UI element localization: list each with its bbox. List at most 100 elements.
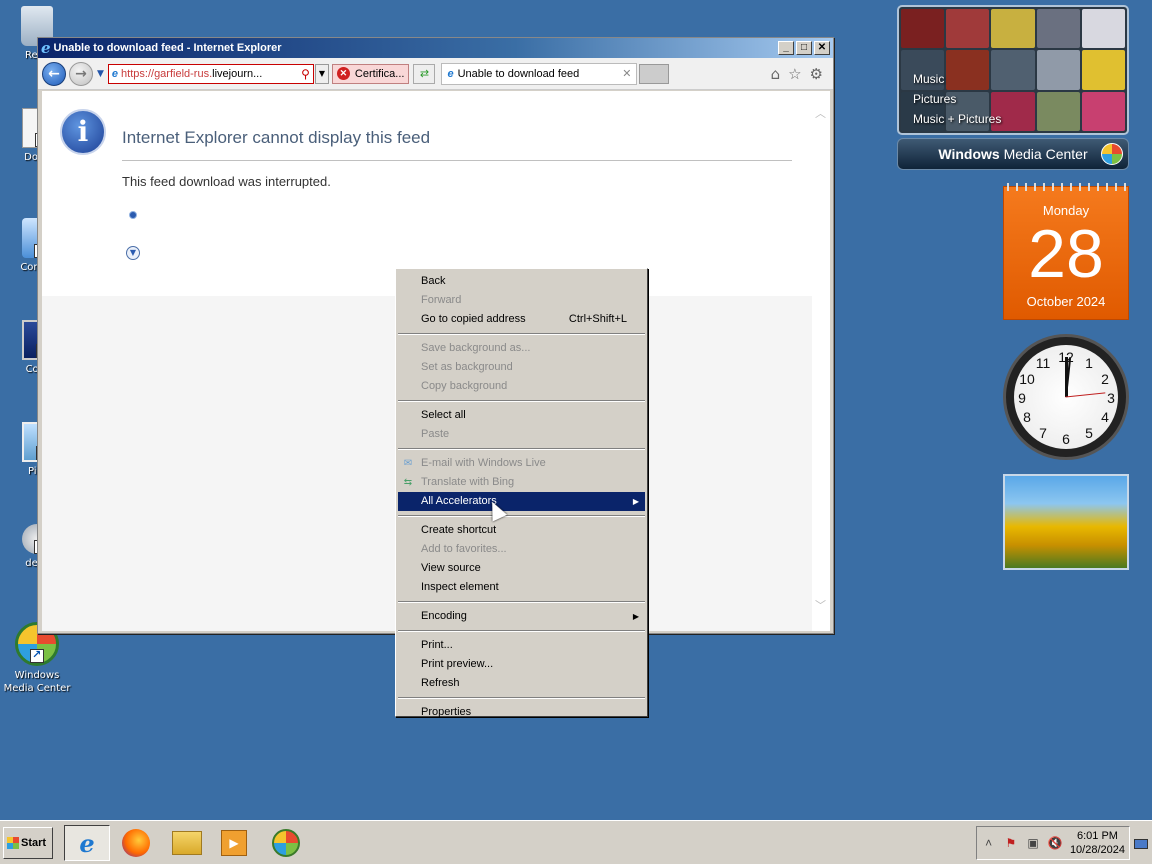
slideshow-gadget[interactable] [1003,474,1129,570]
menu-item-shortcut: Ctrl+Shift+L [568,313,627,325]
home-icon[interactable]: ⌂ [771,65,781,83]
menu-item-encoding[interactable]: Encoding ▶ [398,607,645,626]
address-bar[interactable]: e https://garfield-rus. livejourn... ⚲ [107,63,314,84]
page-favicon-icon: e [111,67,119,80]
history-dropdown-icon[interactable]: ▼ [97,69,104,79]
menu-item-print-preview[interactable]: Print preview... [398,655,645,674]
clock-number: 11 [1035,355,1051,371]
address-url-scheme: https://garfield-rus. [121,67,213,80]
menu-item-all-accelerators[interactable]: All Accelerators ▶ [398,492,645,511]
scroll-up-icon[interactable]: ︿ [815,105,826,121]
menu-item-print[interactable]: Print... [398,636,645,655]
menu-item-label: Forward [421,294,462,306]
email-accelerator-icon: ✉ [403,458,413,469]
start-button[interactable]: Start [3,827,53,859]
tray-date: 10/28/2024 [1069,844,1125,856]
volume-muted-icon[interactable]: 🔇 [1048,836,1063,850]
media-center-launch-bar[interactable]: Windows Media Center [897,138,1129,170]
error-message: This feed download was interrupted. [122,174,331,189]
menu-item-copy-background[interactable]: Copy background [398,377,645,396]
media-center-brand-rest: Media Center [999,146,1088,162]
menu-item-add-to-favorites[interactable]: Add to favorites... [398,540,645,559]
menu-item-label: Set as background [421,361,513,373]
clock-number: 3 [1107,390,1115,406]
new-tab-button[interactable] [639,63,670,84]
title-bar[interactable]: e Unable to download feed - Internet Exp… [38,38,833,58]
media-center-music-link[interactable]: Music [913,69,1001,89]
tab-favicon-icon: e [447,67,454,80]
show-hidden-icons-chevron-icon[interactable]: ˄ [981,836,996,850]
show-desktop-button[interactable] [1134,839,1148,849]
address-dropdown-button[interactable]: ▼ [314,63,329,84]
menu-separator [398,697,645,699]
tab-current[interactable]: e Unable to download feed ✕ [441,62,638,85]
search-icon[interactable]: ⚲ [301,67,310,81]
refresh-button[interactable]: ⇄ [413,63,436,84]
minimize-button[interactable]: _ [778,41,794,55]
taskbar-explorer-button[interactable] [164,825,210,861]
media-center-music-pictures-link[interactable]: Music + Pictures [913,109,1001,129]
menu-item-save-background[interactable]: Save background as... [398,339,645,358]
clock-number: 8 [1023,409,1031,425]
menu-separator [398,601,645,603]
menu-item-inspect-element[interactable]: Inspect element [398,578,645,597]
menu-separator [398,630,645,632]
favorites-star-icon[interactable]: ☆ [788,65,801,83]
menu-item-properties[interactable]: Properties [398,703,645,722]
menu-item-label: E-mail with Windows Live [421,457,546,469]
clock-gadget[interactable]: 12 1 2 3 4 5 6 7 8 9 10 11 [1003,334,1129,460]
calendar-day-number: 28 [1028,216,1104,292]
back-button[interactable]: ← [42,61,66,86]
menu-separator [398,400,645,402]
menu-item-translate-bing[interactable]: ⇆ Translate with Bing [398,473,645,492]
menu-item-label: Translate with Bing [421,476,515,488]
action-center-flag-icon[interactable]: ⚑ [1003,836,1018,850]
menu-item-create-shortcut[interactable]: Create shortcut [398,521,645,540]
window-title: Unable to download feed - Internet Explo… [53,42,282,54]
menu-item-label: Create shortcut [421,524,497,536]
maximize-button[interactable]: □ [796,41,812,55]
tab-label: Unable to download feed [457,67,580,80]
menu-item-label: View source [421,562,481,574]
tray-clock[interactable]: 6:01 PM 10/28/2024 [1070,829,1125,857]
calendar-gadget[interactable]: Monday 28 October 2024 [1003,183,1129,320]
taskbar-media-center-button[interactable] [263,825,309,861]
menu-item-back[interactable]: Back [398,272,645,291]
menu-item-label: Copy background [421,380,508,392]
ie-logo-icon: e [41,39,51,57]
menu-item-label: Save background as... [421,342,531,354]
context-menu: Back Forward Go to copied address Ctrl+Sh… [395,268,648,718]
tab-close-icon[interactable]: ✕ [622,67,631,80]
windows-flag-icon [7,837,19,849]
menu-item-label: Add to favorites... [421,543,507,555]
menu-item-refresh[interactable]: Refresh [398,674,645,693]
media-center-gadget[interactable]: Music Pictures Music + Pictures [897,5,1129,135]
menu-item-email-windows-live[interactable]: ✉ E-mail with Windows Live [398,454,645,473]
clock-number: 10 [1019,371,1035,387]
tools-gear-icon[interactable]: ⚙ [810,65,823,83]
scroll-down-icon[interactable]: ﹀ [815,597,826,613]
forward-button[interactable]: → [69,61,93,86]
close-button[interactable]: ✕ [814,41,830,55]
menu-item-set-as-background[interactable]: Set as background [398,358,645,377]
clock-second-hand [1065,392,1106,398]
menu-item-forward[interactable]: Forward [398,291,645,310]
clock-number: 5 [1085,425,1093,441]
media-player-icon: ▶ [221,830,247,856]
network-icon[interactable]: ▣ [1025,836,1040,850]
taskbar-internet-explorer-button[interactable]: e [64,825,110,861]
media-center-pictures-link[interactable]: Pictures [913,89,1001,109]
menu-item-select-all[interactable]: Select all [398,406,645,425]
menu-item-view-source[interactable]: View source [398,559,645,578]
certificate-error-button[interactable]: ✕ Certifica... [331,63,410,84]
taskbar-firefox-button[interactable] [113,825,159,861]
menu-separator [398,448,645,450]
menu-item-label: Refresh [421,677,460,689]
menu-item-paste[interactable]: Paste [398,425,645,444]
shortcut-arrow-icon [30,648,44,663]
taskbar-media-player-button[interactable]: ▶ [211,825,257,861]
expand-details-icon[interactable]: ▼ [126,246,140,260]
clock-face: 12 1 2 3 4 5 6 7 8 9 10 11 [1014,345,1118,449]
clock-number: 4 [1101,409,1109,425]
menu-item-go-to-copied-address[interactable]: Go to copied address Ctrl+Shift+L [398,310,645,329]
